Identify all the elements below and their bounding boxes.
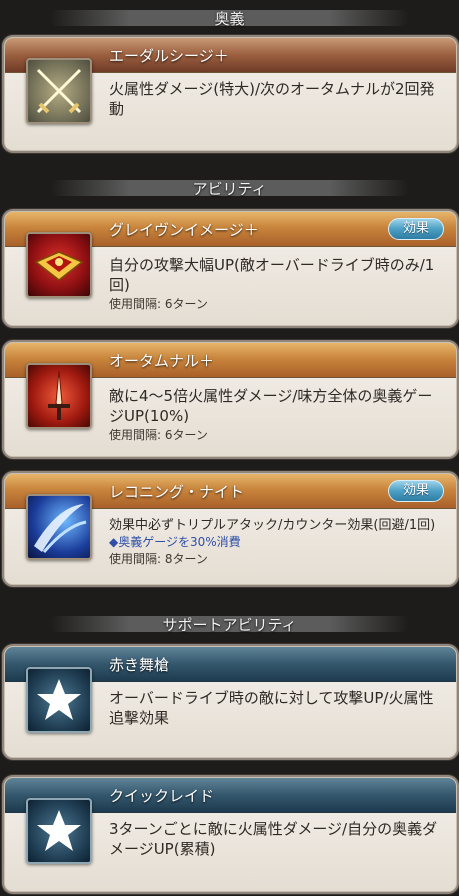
section-title-support: サポートアビリティ bbox=[162, 615, 297, 634]
ability-name-1: グレイヴンイメージ＋ bbox=[109, 221, 259, 239]
support-name-1: 赤き舞槍 bbox=[109, 656, 170, 674]
crimson-emblem-icon bbox=[26, 232, 92, 298]
ability-desc-2: 敵に4〜5倍火属性ダメージ/味方全体の奥義ゲージUP(10%) 使用間隔: 6タ… bbox=[109, 386, 442, 444]
ougi-desc: 火属性ダメージ(特大)/次のオータムナルが2回発動 bbox=[109, 80, 435, 118]
ougi-card: エーダルシージ＋ 火属性ダメージ(特大)/次のオータムナルが2回発動 bbox=[4, 37, 457, 151]
ability-card-1: グレイヴンイメージ＋ 効果 自分の攻撃大幅UP(敵オーバードライブ時のみ/1回)… bbox=[4, 211, 457, 326]
blue-slash-icon bbox=[26, 494, 92, 560]
ability-card-2: オータムナル＋ 敵に4〜5倍火属性ダメージ/味方全体の奥義ゲージUP(10%) … bbox=[4, 342, 457, 457]
ougi-name: エーダルシージ＋ bbox=[109, 47, 229, 65]
ability-cooldown-2: 使用間隔: 6ターン bbox=[109, 428, 208, 442]
support-desc-1: オーバードライブ時の敵に対して攻撃UP/火属性追撃効果 bbox=[109, 689, 434, 727]
ability-note-3: ◆奥義ゲージを30%消費 bbox=[109, 535, 241, 549]
section-header-support: サポートアビリティ bbox=[0, 609, 459, 639]
star-icon bbox=[26, 667, 92, 733]
support-desc-2: 3ターンごとに敵に火属性ダメージ/自分の奥義ダメージUP(累積) bbox=[109, 820, 438, 858]
ability-card-3: レコニング・ナイト 効果 効果中必ずトリプルアタック/カウンター効果(回避/1回… bbox=[4, 473, 457, 585]
crossed-swords-icon bbox=[26, 58, 92, 124]
support-card-2: クイックレイド 3ターンごとに敵に火属性ダメージ/自分の奥義ダメージUP(累積) bbox=[4, 777, 457, 892]
ability-desc-3: 効果中必ずトリプルアタック/カウンター効果(回避/1回) ◆奥義ゲージを30%消… bbox=[109, 517, 442, 568]
flame-sword-icon bbox=[26, 363, 92, 429]
support-name-2: クイックレイド bbox=[109, 787, 215, 805]
ability-name-2: オータムナル＋ bbox=[109, 352, 215, 370]
section-header-abilities: アビリティ bbox=[0, 173, 459, 203]
section-header-ougi: 奥義 bbox=[0, 3, 459, 33]
support-card-1: 赤き舞槍 オーバードライブ時の敵に対して攻撃UP/火属性追撃効果 bbox=[4, 646, 457, 758]
ability-desc-1: 自分の攻撃大幅UP(敵オーバードライブ時のみ/1回) 使用間隔: 6ターン bbox=[109, 255, 442, 313]
ability-cooldown-3: 使用間隔: 8ターン bbox=[109, 552, 208, 566]
effect-button-1[interactable]: 効果 bbox=[388, 218, 444, 240]
section-title-ougi: 奥義 bbox=[214, 9, 245, 28]
star-icon bbox=[26, 798, 92, 864]
ability-name-3: レコニング・ナイト bbox=[109, 483, 245, 501]
ability-cooldown-1: 使用間隔: 6ターン bbox=[109, 297, 208, 311]
section-title-abilities: アビリティ bbox=[192, 179, 267, 198]
effect-button-3[interactable]: 効果 bbox=[388, 480, 444, 502]
